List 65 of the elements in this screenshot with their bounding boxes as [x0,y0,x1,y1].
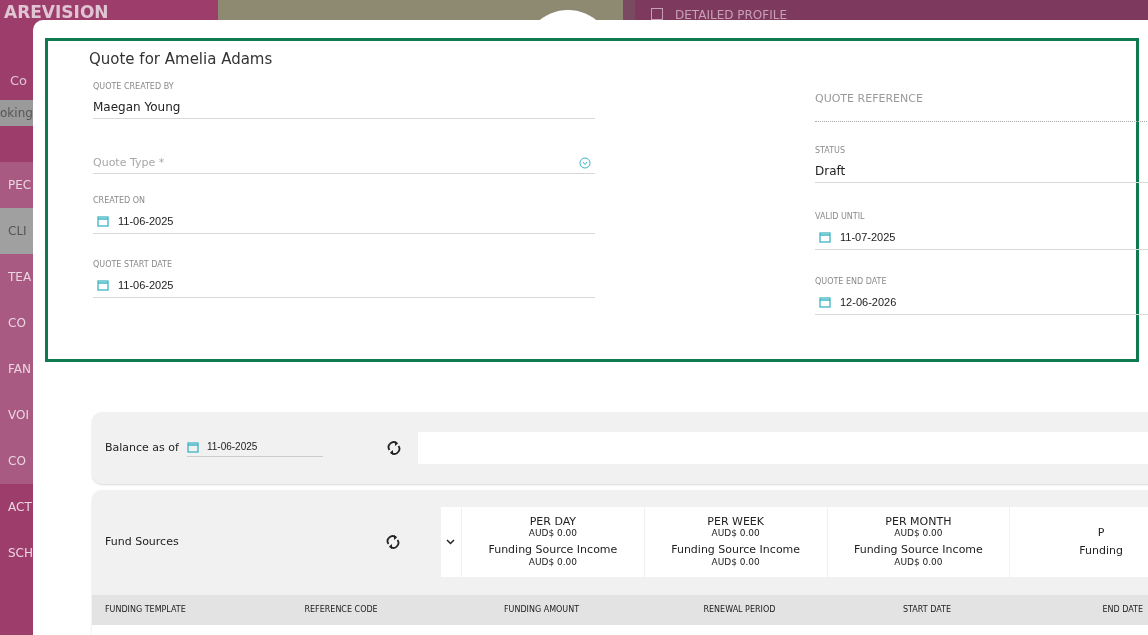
period-title: PER DAY [529,516,577,528]
date-value: 11-06-2025 [118,278,174,293]
text-field[interactable]: Draft [815,163,1148,183]
sidebar-text: Co [10,73,28,88]
date-value: 11-07-2025 [840,230,896,245]
sidebar-item[interactable]: VOI [0,392,33,438]
sidebar-item[interactable]: PEC [0,162,33,208]
reference-field[interactable]: QUOTE REFERENCE [815,85,1148,122]
field-label: QUOTE CREATED BY [93,83,175,91]
column-header: FUNDING TEMPLATE [105,604,187,616]
sidebar-item[interactable]: CO [0,300,33,346]
period-title: P [1097,526,1105,539]
field-label: QUOTE END DATE [815,278,888,286]
column-header: FUNDING AMOUNT [504,604,581,616]
income-amount: AUD$ 0.00 [894,557,943,568]
date-field[interactable]: 11-06-2025 [93,213,595,234]
logo: AREVISION [4,2,109,22]
text-field[interactable]: Maegan Young [93,99,595,119]
date-field[interactable]: 11-06-2025 [93,277,595,298]
refresh-icon[interactable] [386,534,401,550]
sidebar-item[interactable]: CLI [0,208,33,254]
column-header: RENEWAL PERIOD [703,604,777,616]
income-amount: AUD$ 0.00 [711,557,760,568]
date-value: 11-06-2025 [118,214,174,229]
dropdown-icon [579,157,591,169]
balance-label: Balance as of [105,439,179,456]
section-title: Fund Sources [104,533,180,550]
date-value: 11-06-2025 [206,440,258,454]
income-label: Funding [1079,543,1123,558]
period-amount: AUD$ 0.00 [528,528,578,538]
chevron-down-icon [446,539,456,545]
field-label: STATUS [815,147,846,155]
income-label: Funding Source Income [853,543,983,557]
period-amount: AUD$ 0.00 [711,528,760,538]
calendar-icon [819,231,831,243]
column-header: END DATE [1102,604,1145,616]
date-field[interactable]: 11-06-2025 [186,439,323,457]
period-amount: AUD$ 0.00 [894,528,943,538]
column-header: START DATE [903,604,953,616]
calendar-icon [186,440,199,453]
period-title: PER WEEK [707,516,764,528]
income-amount: AUD$ 0.00 [528,557,578,568]
field-label: QUOTE START DATE [93,261,173,269]
calendar-icon [97,279,109,291]
field-label: CREATED ON [93,197,146,205]
income-label: Funding Source Income [488,543,618,557]
dialog-title: Quote for Amelia Adams [89,49,274,69]
date-value: 12-06-2026 [840,295,897,310]
date-field[interactable]: 11-07-2025 [815,229,1148,250]
income-label: Funding Source Income [671,543,801,557]
sidebar-item[interactable]: FAN [0,346,33,392]
collapse-toggle[interactable] [440,507,462,577]
sidebar-item[interactable]: TEA [0,254,33,300]
checkbox-label: DETAILED PROFILE [675,8,788,22]
calendar-icon [97,215,109,227]
date-field[interactable]: 12-06-2026 [815,294,1148,315]
select-field[interactable]: Quote Type * [93,155,595,174]
field-label: VALID UNTIL [815,213,866,221]
refresh-icon[interactable] [386,440,401,456]
checkbox[interactable] [651,8,663,20]
sidebar-item[interactable]: CO [0,438,33,484]
column-header: REFERENCE CODE [304,604,379,616]
calendar-icon [819,296,831,308]
select-placeholder: Quote Type * [93,155,165,171]
period-title: PER MONTH [885,516,952,528]
